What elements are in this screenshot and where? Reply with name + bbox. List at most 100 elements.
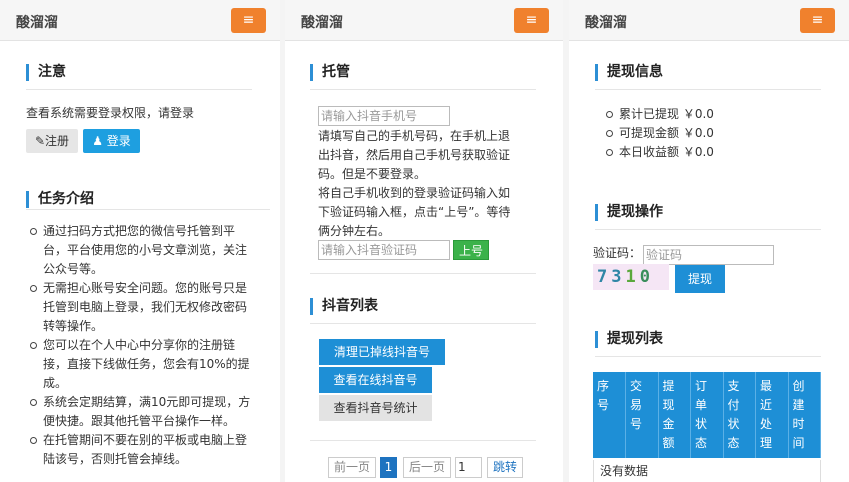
table-header-char: 状 — [695, 417, 708, 431]
login-button[interactable]: ♟ 登录 — [83, 129, 140, 153]
instruction-line: 将自己手机收到的登录验证码输入如 — [318, 186, 511, 200]
menu-button[interactable]: ≡ — [800, 8, 835, 33]
divider — [26, 89, 252, 90]
task-item: 系统会定期结算，满10元即可提现，方 便快捷。跟其他托管平台操作一样。 — [27, 393, 277, 431]
task-item: 在托管期间不要在别的平板或电脑上登 陆该号，否则托管会掉线。 — [27, 431, 277, 469]
table-header-char: 处 — [760, 417, 773, 431]
phone-input[interactable]: 请输入抖音手机号 — [318, 106, 450, 126]
captcha-image[interactable]: 7310 — [593, 264, 669, 290]
withdraw-list-title: 提现列表 — [595, 331, 663, 348]
register-button[interactable]: ✎注册 — [26, 129, 78, 153]
withdraw-table: 序号交易号提现金额订单状态支付状态最近处理创建时间 — [593, 372, 821, 458]
task-item-line: 您可以在个人中心中分享你的注册链 — [43, 338, 236, 352]
info-item: 累计已提现 ￥0.0 — [603, 105, 803, 124]
table-header-cell: 序号 — [593, 372, 626, 458]
op-title: 提现操作 — [595, 204, 663, 221]
task-item-line: 公众号等。 — [43, 262, 104, 276]
table-header-cell: 交易号 — [625, 372, 659, 458]
table-header-cell: 提现金额 — [658, 372, 691, 458]
brand-title: 酸溜溜 — [16, 15, 58, 31]
next-page-button[interactable]: 后一页 — [403, 457, 451, 478]
table-header-char: 理 — [760, 436, 773, 450]
captcha-char: 3 — [611, 267, 626, 287]
menu-button[interactable]: ≡ — [514, 8, 549, 33]
table-header-char: 单 — [695, 398, 708, 412]
panel-login: 酸溜溜 ≡ 注意 查看系统需要登录权限，请登录 ✎注册 ♟ 登录 任务介绍 通过… — [0, 0, 280, 482]
captcha-char: 1 — [625, 267, 640, 287]
table-header-char: 态 — [727, 436, 740, 450]
task-item-line: 无需担心账号安全问题。您的账号只是 — [43, 281, 248, 295]
instruction-line: 码。但是不要登录。 — [318, 167, 427, 181]
withdraw-button[interactable]: 提现 — [675, 265, 725, 293]
divider — [26, 209, 270, 210]
captcha-char: 7 — [597, 267, 612, 287]
table-header-cell: 支付状态 — [723, 372, 756, 458]
instruction-line: 出抖音，然后用自己手机号获取验证 — [318, 148, 511, 162]
table-header-char: 额 — [662, 436, 675, 450]
table-header-char: 付 — [727, 398, 740, 412]
divider — [310, 440, 536, 441]
divider — [310, 89, 536, 90]
divider — [310, 323, 536, 324]
instruction-line: 请填写自己的手机号码，在手机上退 — [318, 129, 511, 143]
view-stats-button[interactable]: 查看抖音号统计 — [319, 395, 432, 421]
table-header-cell: 最近处理 — [755, 372, 789, 458]
task-item-line: 成。 — [43, 376, 68, 390]
captcha-char: 0 — [639, 267, 654, 287]
task-item-line: 台，平台使用您的小号文章浏览，关注 — [43, 243, 248, 257]
task-item-line: 系统会定期结算，满10元即可提现，方 — [43, 395, 251, 409]
info-list: 累计已提现 ￥0.0 可提现金额 ￥0.0 本日收益额 ￥0.0 — [603, 105, 803, 162]
info-item: 本日收益额 ￥0.0 — [603, 143, 803, 162]
task-item-line: 便快捷。跟其他托管平台操作一样。 — [43, 414, 236, 428]
table-header-char: 建 — [792, 398, 805, 412]
top-bar: 酸溜溜 ≡ — [285, 0, 563, 41]
host-instructions: 请填写自己的手机号码，在手机上退 出抖音，然后用自己手机号获取验证 码。但是不要登录… — [318, 127, 548, 241]
page-current[interactable]: 1 — [380, 457, 397, 478]
table-header-char: 号 — [597, 398, 610, 412]
captcha-input[interactable]: 验证码 — [643, 245, 774, 265]
table-header-char: 号 — [630, 417, 643, 431]
task-item-line: 托管到电脑上登录，我们无权修改密码 — [43, 300, 248, 314]
table-header-row: 序号交易号提现金额订单状态支付状态最近处理创建时间 — [593, 372, 821, 458]
task-item-line: 转等操作。 — [43, 319, 104, 333]
table-header-char: 时 — [792, 417, 805, 431]
task-item: 无需担心账号安全问题。您的账号只是 托管到电脑上登录，我们无权修改密码 转等操作。 — [27, 279, 277, 336]
task-item: 通过扫码方式把您的微信号托管到平 台，平台使用您的小号文章浏览，关注 公众号等。 — [27, 222, 277, 279]
info-item: 可提现金额 ￥0.0 — [603, 124, 803, 143]
clear-offline-button[interactable]: 清理已掉线抖音号 — [319, 339, 445, 365]
task-title: 任务介绍 — [26, 191, 94, 208]
task-item: 您可以在个人中心中分享你的注册链 接，直接下线做任务，您会有10%的提 成。 — [27, 336, 277, 393]
panel-hosting: 酸溜溜 ≡ 托管 请输入抖音手机号 请填写自己的手机号码，在手机上退 出抖音，然后… — [285, 0, 563, 482]
info-title: 提现信息 — [595, 64, 663, 81]
empty-message: 没有数据 — [593, 460, 821, 482]
jump-button[interactable]: 跳转 — [487, 457, 523, 478]
panel-withdraw: 酸溜溜 ≡ 提现信息 累计已提现 ￥0.0 可提现金额 ￥0.0 本日收益额 ￥0.… — [569, 0, 849, 482]
table-header-char: 状 — [727, 417, 740, 431]
list-title: 抖音列表 — [310, 298, 378, 315]
code-input[interactable]: 请输入抖音验证码 — [318, 240, 450, 260]
prev-page-button[interactable]: 前一页 — [328, 457, 376, 478]
notice-title: 注意 — [26, 64, 66, 81]
table-header-char: 态 — [695, 436, 708, 450]
table-header-char: 金 — [662, 417, 675, 431]
captcha-label: 验证码： — [593, 246, 642, 260]
table-header-char: 交 — [630, 379, 643, 393]
table-header-cell: 订单状态 — [690, 372, 724, 458]
page-input[interactable]: 1 — [455, 457, 482, 478]
view-online-button[interactable]: 查看在线抖音号 — [319, 367, 432, 393]
table-header-char: 支 — [727, 379, 740, 393]
table-header-char: 创 — [792, 379, 805, 393]
table-header-char: 序 — [597, 379, 610, 393]
menu-button[interactable]: ≡ — [231, 8, 266, 33]
submit-button[interactable]: 上号 — [453, 240, 489, 260]
table-header-cell: 创建时间 — [788, 372, 821, 458]
divider — [595, 229, 821, 230]
divider — [595, 89, 821, 90]
table-header-char: 提 — [662, 379, 675, 393]
host-title: 托管 — [310, 64, 350, 81]
table-header-char: 间 — [792, 436, 805, 450]
top-bar: 酸溜溜 ≡ — [569, 0, 849, 41]
table-header-char: 现 — [662, 398, 675, 412]
instruction-line: 俩分钟左右。 — [318, 224, 391, 238]
divider — [595, 356, 821, 357]
